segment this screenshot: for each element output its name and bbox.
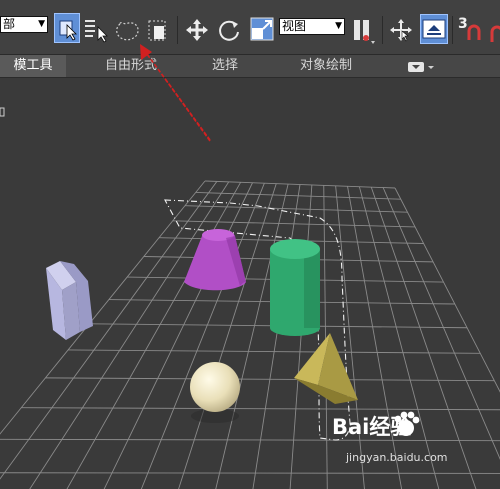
angle-snap-icon <box>490 25 500 42</box>
chevron-down-icon: ▼ <box>335 21 342 31</box>
snaps-toggle-button[interactable]: 3 <box>457 14 487 44</box>
grid-line <box>178 183 277 489</box>
select-by-name-icon <box>85 20 108 43</box>
select-by-name-button[interactable] <box>84 17 110 43</box>
select-object-button[interactable] <box>54 13 80 43</box>
tab-modeling[interactable]: 模工具 <box>0 55 66 77</box>
tab-object-paint-label: 对象绘制 <box>299 58 352 73</box>
toolbar-divider <box>452 16 453 44</box>
tab-modeling-label: 模工具 <box>13 58 53 73</box>
sphere-object[interactable] <box>190 362 240 423</box>
grid-line <box>0 181 218 480</box>
selection-filter-dropdown[interactable]: 部 ▼ <box>0 16 48 33</box>
ribbon-options-icon <box>408 62 434 72</box>
pivot-center-button[interactable] <box>351 17 377 45</box>
scale-icon <box>250 17 274 41</box>
pyramid-object[interactable] <box>294 333 358 404</box>
grid-line <box>66 182 242 489</box>
grid-line <box>29 181 230 489</box>
annotation-arrow-overlay <box>140 44 211 141</box>
toolbar-divider <box>382 16 383 44</box>
selection-filter-value: 部 <box>3 17 16 31</box>
select-cursor-icon <box>59 20 77 41</box>
baidu-jingyan-watermark: Bai经验 jingyan.baidu.com <box>322 407 492 485</box>
snap-magnet-icon <box>467 24 481 40</box>
angle-snap-button[interactable] <box>488 20 500 44</box>
ribbon-options-dropdown[interactable] <box>406 59 436 73</box>
reference-coordinate-dropdown[interactable]: 视图 ▼ <box>279 18 345 35</box>
viewport-label-marker[interactable] <box>0 107 5 117</box>
grid-line <box>289 184 313 489</box>
main-toolbar: 部 ▼ 视图 ▼ 3 <box>0 0 500 55</box>
keyboard-shortcut-override-button[interactable] <box>420 14 448 44</box>
cylinder-object[interactable] <box>270 239 320 336</box>
reference-coordinate-value: 视图 <box>282 19 307 33</box>
keyboard-override-icon <box>422 19 446 39</box>
grid-line <box>252 184 301 489</box>
box-object[interactable] <box>46 261 93 340</box>
grid-line <box>103 182 253 489</box>
watermark-url: jingyan.baidu.com <box>346 451 448 464</box>
grid-line <box>0 180 206 435</box>
paw-logo-icon <box>394 411 420 436</box>
tab-object-paint[interactable]: 对象绘制 <box>282 55 370 77</box>
manipulate-icon <box>390 19 412 42</box>
chevron-down-icon: ▼ <box>38 19 45 29</box>
select-and-manipulate-button[interactable] <box>388 17 414 43</box>
lasso-selection-outline <box>164 199 351 441</box>
ribbon-tab-bar: 模工具 自由形式 选择 对象绘制 <box>0 55 500 78</box>
scale-button[interactable] <box>249 16 277 44</box>
pivot-center-icon <box>354 20 375 44</box>
